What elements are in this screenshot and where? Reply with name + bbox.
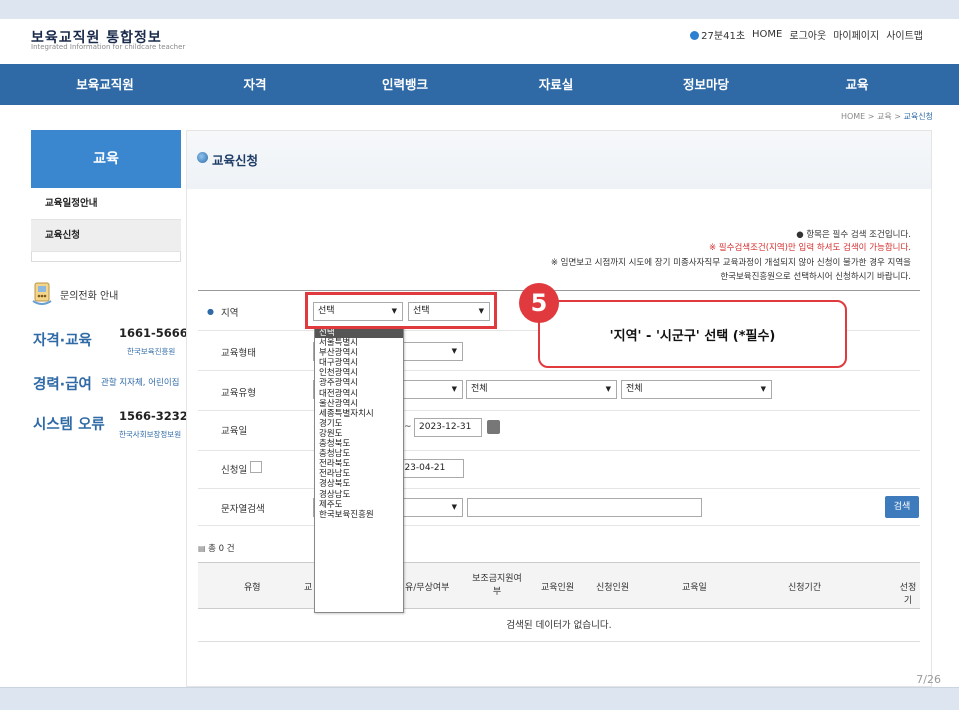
dropdown-option[interactable]: 대구광역시 (315, 358, 403, 368)
category-label: 교육유형 (221, 388, 256, 399)
logout-link[interactable]: 로그아웃 (789, 27, 826, 42)
sidebar-item-schedule[interactable]: 교육일정안내 (31, 188, 181, 220)
title-bullet-icon (197, 152, 208, 163)
chevron-down-icon: ▼ (605, 385, 611, 393)
dropdown-option[interactable]: 전라북도 (315, 459, 403, 469)
search-button[interactable]: 검색 (885, 496, 919, 518)
phone-org-edu: 한국보육진흥원 (127, 347, 176, 356)
dropdown-option[interactable]: 세종특별자치시 (315, 409, 403, 419)
dropdown-option[interactable]: 인천광역시 (315, 368, 403, 378)
phone-category-system: 시스템 오류 (33, 417, 105, 433)
sidebar-item-apply[interactable]: 교육신청 (31, 220, 181, 252)
phone-info-title: 문의전화 안내 (60, 291, 119, 302)
dropdown-option[interactable]: 한국보육진흥원 (315, 510, 403, 520)
page-number: 7/26 (916, 673, 941, 686)
table-header: 유형 교 유/무상여부 보조금지원여부 교육인원 신청인원 교육일 신청기간 선… (198, 562, 920, 609)
th-applicants: 신청인원 (596, 583, 630, 593)
th-edu: 교 (304, 583, 313, 593)
dropdown-option[interactable]: 경기도 (315, 419, 403, 429)
form-row-date: 교육일 ~ 2023-12-31 (198, 410, 920, 450)
keyword-input[interactable] (467, 498, 702, 517)
main-nav: 보육교직원 자격 인력뱅크 자료실 정보마당 교육 (0, 64, 959, 105)
utility-links: 27분41초 HOME 로그아웃 마이페이지 사이트맵 (690, 27, 923, 42)
empty-table-row: 검색된 데이터가 없습니다. (198, 609, 920, 642)
type-label: 교육형태 (221, 348, 256, 359)
dropdown-option[interactable]: 울산광역시 (315, 399, 403, 409)
site-logo-subtitle: Integrated Information for childcare tea… (31, 43, 186, 51)
sidebar-title: 교육 (31, 130, 181, 188)
main-title-bar (187, 131, 931, 189)
chevron-down-icon: ▼ (760, 385, 766, 393)
dropdown-option[interactable]: 경상북도 (315, 479, 403, 489)
dropdown-option[interactable]: 부산광역시 (315, 348, 403, 358)
apply-date-checkbox[interactable] (250, 461, 262, 473)
sitemap-link[interactable]: 사이트맵 (886, 27, 923, 42)
th-type: 유형 (244, 583, 261, 593)
region-label: 지역 (221, 308, 239, 319)
dropdown-option[interactable]: 서울특별시 (315, 338, 403, 348)
dropdown-option[interactable]: 강원도 (315, 429, 403, 439)
phone-info-icon (32, 282, 52, 305)
dropdown-option[interactable]: 선택 (315, 328, 403, 339)
phone-org-system: 한국사회보장정보원 (119, 430, 182, 439)
step-badge: 5 (519, 283, 559, 323)
breadcrumb: HOME > 교육 > 교육신청 (840, 112, 933, 121)
category-select-2[interactable]: 전체 ▼ (466, 380, 617, 399)
dropdown-option[interactable]: 대전광역시 (315, 389, 403, 399)
dropdown-option[interactable]: 제주도 (315, 500, 403, 510)
dropdown-option[interactable]: 충청남도 (315, 449, 403, 459)
chevron-down-icon: ▼ (451, 503, 457, 511)
th-apply-period: 신청기간 (788, 583, 822, 593)
form-row-category: 교육유형 ▼ 전체 ▼ 전체 ▼ (198, 370, 920, 410)
phone-category-edu: 자격·교육 (33, 333, 92, 349)
category-select-3[interactable]: 전체 ▼ (621, 380, 772, 399)
bottom-strip (0, 687, 959, 710)
date-range-sep: ~ (404, 422, 412, 432)
phone-category-career: 경력·급여 (33, 377, 92, 393)
highlight-box (305, 292, 497, 329)
dropdown-option[interactable]: 광주광역시 (315, 378, 403, 388)
timer-icon (690, 31, 700, 40)
phone-org-career: 관할 지자체, 어린이집 (101, 378, 180, 388)
nav-staff[interactable]: 보육교직원 (45, 64, 165, 105)
th-edu-date: 교육일 (682, 583, 707, 593)
dropdown-option[interactable]: 전라남도 (315, 469, 403, 479)
phone-number-system: 1566-3232 (119, 409, 188, 423)
keyword-label: 문자열검색 (221, 504, 265, 515)
region-dropdown-list[interactable]: 선택 서울특별시 부산광역시 대구광역시 인천광역시 광주광역시 대전광역시 울… (314, 327, 404, 613)
th-subsidy: 보조금지원여부 (472, 574, 522, 597)
chevron-down-icon: ▼ (451, 347, 457, 355)
home-link[interactable]: HOME (752, 29, 782, 40)
page-title: 교육신청 (212, 153, 259, 168)
date-label: 교육일 (221, 426, 248, 437)
nav-qualification[interactable]: 자격 (195, 64, 315, 105)
dropdown-option[interactable]: 충청북도 (315, 439, 403, 449)
phone-number-edu: 1661-5666 (119, 326, 188, 340)
note-long-term: ※ 임면보고 시점까지 시도에 장기 미종사자직무 교육과정이 개설되지 않아 … (550, 258, 911, 268)
chevron-down-icon: ▼ (451, 385, 457, 393)
form-row-apply-date: 신청일 2023-04-21 (198, 450, 920, 488)
nav-education[interactable]: 교육 (797, 64, 917, 105)
th-capacity: 교육인원 (541, 583, 575, 593)
dropdown-option[interactable]: 경상남도 (315, 490, 403, 500)
note-required-region: ※ 필수검색조건(지역)만 입력 하셔도 검색이 가능합니다. (708, 243, 911, 253)
nav-talent-bank[interactable]: 인력뱅크 (345, 64, 465, 105)
form-row-keyword: 문자열검색 ▼ (198, 488, 920, 526)
nav-resources[interactable]: 자료실 (496, 64, 616, 105)
date-end-input[interactable]: 2023-12-31 (414, 418, 482, 437)
apply-date-label: 신청일 (221, 465, 248, 476)
required-dot: ● (207, 307, 214, 316)
nav-info[interactable]: 정보마당 (646, 64, 766, 105)
top-strip (0, 0, 959, 19)
calendar-icon[interactable] (487, 420, 500, 434)
mypage-link[interactable]: 마이페이지 (833, 27, 879, 42)
note-select-kcpi: 한국보육진흥원으로 선택하시어 신청하시기 바랍니다. (720, 272, 911, 282)
session-timer: 27분41초 (690, 27, 745, 42)
list-icon: ▤ (198, 544, 209, 553)
th-selection: 선정기 (899, 583, 917, 606)
th-paid: 유/무상여부 (405, 583, 450, 593)
annotation-text: '지역' - '시군구' 선택 (*필수) (609, 329, 776, 344)
result-count: ▤ 총 0 건 (198, 544, 235, 554)
note-required: ● 항목은 필수 검색 조건입니다. (796, 230, 911, 240)
